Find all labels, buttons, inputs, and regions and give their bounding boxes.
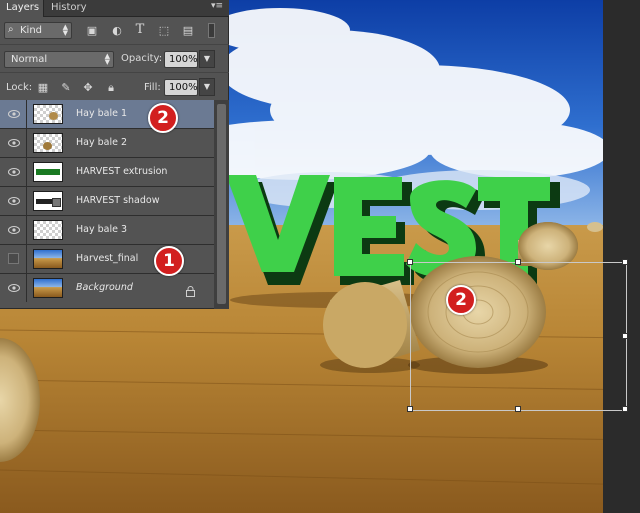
layer-name: Harvest_final (76, 253, 139, 264)
layers-list: Hay bale 1 Hay bale 2 HARVEST extrusion (0, 100, 214, 309)
transform-handle-top-right[interactable] (622, 259, 628, 265)
visibility-eye-icon[interactable] (0, 100, 27, 128)
search-icon: ⌕ (8, 24, 14, 35)
pasteboard (603, 0, 640, 513)
layers-scrollbar[interactable] (214, 100, 229, 309)
filter-row: ⌕ Kind ▲ ▼ ▣ ◐ T ⬚ ▤ (0, 17, 229, 44)
visibility-eye-icon[interactable] (0, 187, 27, 215)
transform-handle-bottom[interactable] (515, 406, 521, 412)
callout-badge-1-layers: 1 (154, 246, 184, 276)
image-filter-icon[interactable]: ▣ (86, 25, 98, 37)
filter-toggle-icon[interactable] (208, 23, 215, 38)
filter-kind-select[interactable]: ⌕ Kind ▲ ▼ (4, 22, 72, 39)
layer-name: HARVEST extrusion (76, 166, 168, 177)
tab-history[interactable]: History (45, 0, 93, 17)
visibility-eye-icon[interactable] (0, 129, 27, 157)
visibility-eye-icon[interactable] (0, 274, 27, 302)
visibility-eye-icon[interactable] (0, 216, 27, 244)
layer-thumbnail (33, 162, 63, 182)
shape-filter-icon[interactable]: ⬚ (158, 25, 170, 37)
layer-name: HARVEST shadow (76, 195, 160, 206)
layer-thumbnail (33, 220, 63, 240)
transform-handle-right[interactable] (622, 333, 628, 339)
transform-handle-top[interactable] (515, 259, 521, 265)
layer-name: Hay bale 1 (76, 108, 128, 119)
layer-row-hay-bale-2[interactable]: Hay bale 2 (0, 129, 214, 158)
lock-image-brush-icon[interactable]: ✎ (60, 82, 72, 94)
fill-input[interactable]: 100% (164, 79, 198, 96)
panel-menu-icon[interactable]: ▾≡ (211, 1, 223, 11)
layer-thumbnail (33, 133, 63, 153)
transform-handle-bottom-right[interactable] (622, 406, 628, 412)
blend-row: Normal ▲ ▼ Opacity: 100% ▼ (0, 44, 229, 73)
layer-row-hay-bale-3[interactable]: Hay bale 3 (0, 216, 214, 245)
fill-label: Fill: (144, 82, 161, 93)
layer-row-hay-bale-1[interactable]: Hay bale 1 (0, 100, 214, 129)
layer-row-background[interactable]: Background (0, 274, 214, 303)
opacity-label: Opacity: (121, 53, 163, 64)
scrollbar-thumb[interactable] (217, 104, 226, 304)
layer-name: Hay bale 3 (76, 224, 128, 235)
fill-value: 100% (169, 82, 198, 93)
opacity-input[interactable]: 100% (164, 51, 198, 68)
layer-thumbnail (33, 104, 63, 124)
layer-row-harvest-shadow[interactable]: HARVEST shadow (0, 187, 214, 216)
hidden-box-icon (8, 253, 19, 264)
lock-all-icon[interactable]: 🔒︎ (105, 82, 117, 94)
lock-icon[interactable] (186, 282, 195, 301)
blend-mode-select[interactable]: Normal ▲ ▼ (4, 51, 114, 68)
layer-thumbnail (33, 249, 63, 269)
type-filter-icon[interactable]: T (134, 23, 146, 36)
lock-position-move-icon[interactable]: ✥ (82, 82, 94, 94)
tab-layers[interactable]: Layers (0, 0, 44, 17)
opacity-value: 100% (169, 54, 198, 65)
callout-badge-2-layers: 2 (148, 103, 178, 133)
adjustment-filter-icon[interactable]: ◐ (111, 25, 123, 37)
transform-handle-top-left[interactable] (407, 259, 413, 265)
callout-badge-2-canvas: 2 (446, 285, 476, 315)
panel-tab-bar: Layers History ▾≡ (0, 0, 229, 17)
transform-handle-bottom-left[interactable] (407, 406, 413, 412)
lock-label: Lock: (6, 82, 33, 93)
lock-row: Lock: ▦ ✎ ✥ 🔒︎ Fill: 100% ▼ (0, 72, 229, 102)
layer-thumbnail (33, 278, 63, 298)
updown-arrows-icon: ▲ ▼ (104, 52, 110, 66)
lock-transparency-icon[interactable]: ▦ (37, 82, 49, 94)
updown-arrows-icon: ▲ ▼ (62, 23, 68, 37)
layer-name: Background (76, 282, 133, 293)
smart-object-filter-icon[interactable]: ▤ (182, 25, 194, 37)
layer-row-harvest-extrusion[interactable]: HARVEST extrusion (0, 158, 214, 187)
layers-panel: Layers History ▾≡ ⌕ Kind ▲ ▼ ▣ ◐ T ⬚ ▤ No… (0, 0, 229, 309)
visibility-eye-icon[interactable] (0, 158, 27, 186)
visibility-toggle-off[interactable] (0, 245, 27, 273)
fill-dropdown-button[interactable]: ▼ (199, 78, 215, 96)
blend-mode-label: Normal (11, 54, 48, 65)
layer-name: Hay bale 2 (76, 137, 128, 148)
filter-kind-label: Kind (20, 25, 43, 36)
layer-thumbnail (33, 191, 63, 211)
opacity-dropdown-button[interactable]: ▼ (199, 50, 215, 68)
transform-bounding-box[interactable] (407, 259, 628, 412)
